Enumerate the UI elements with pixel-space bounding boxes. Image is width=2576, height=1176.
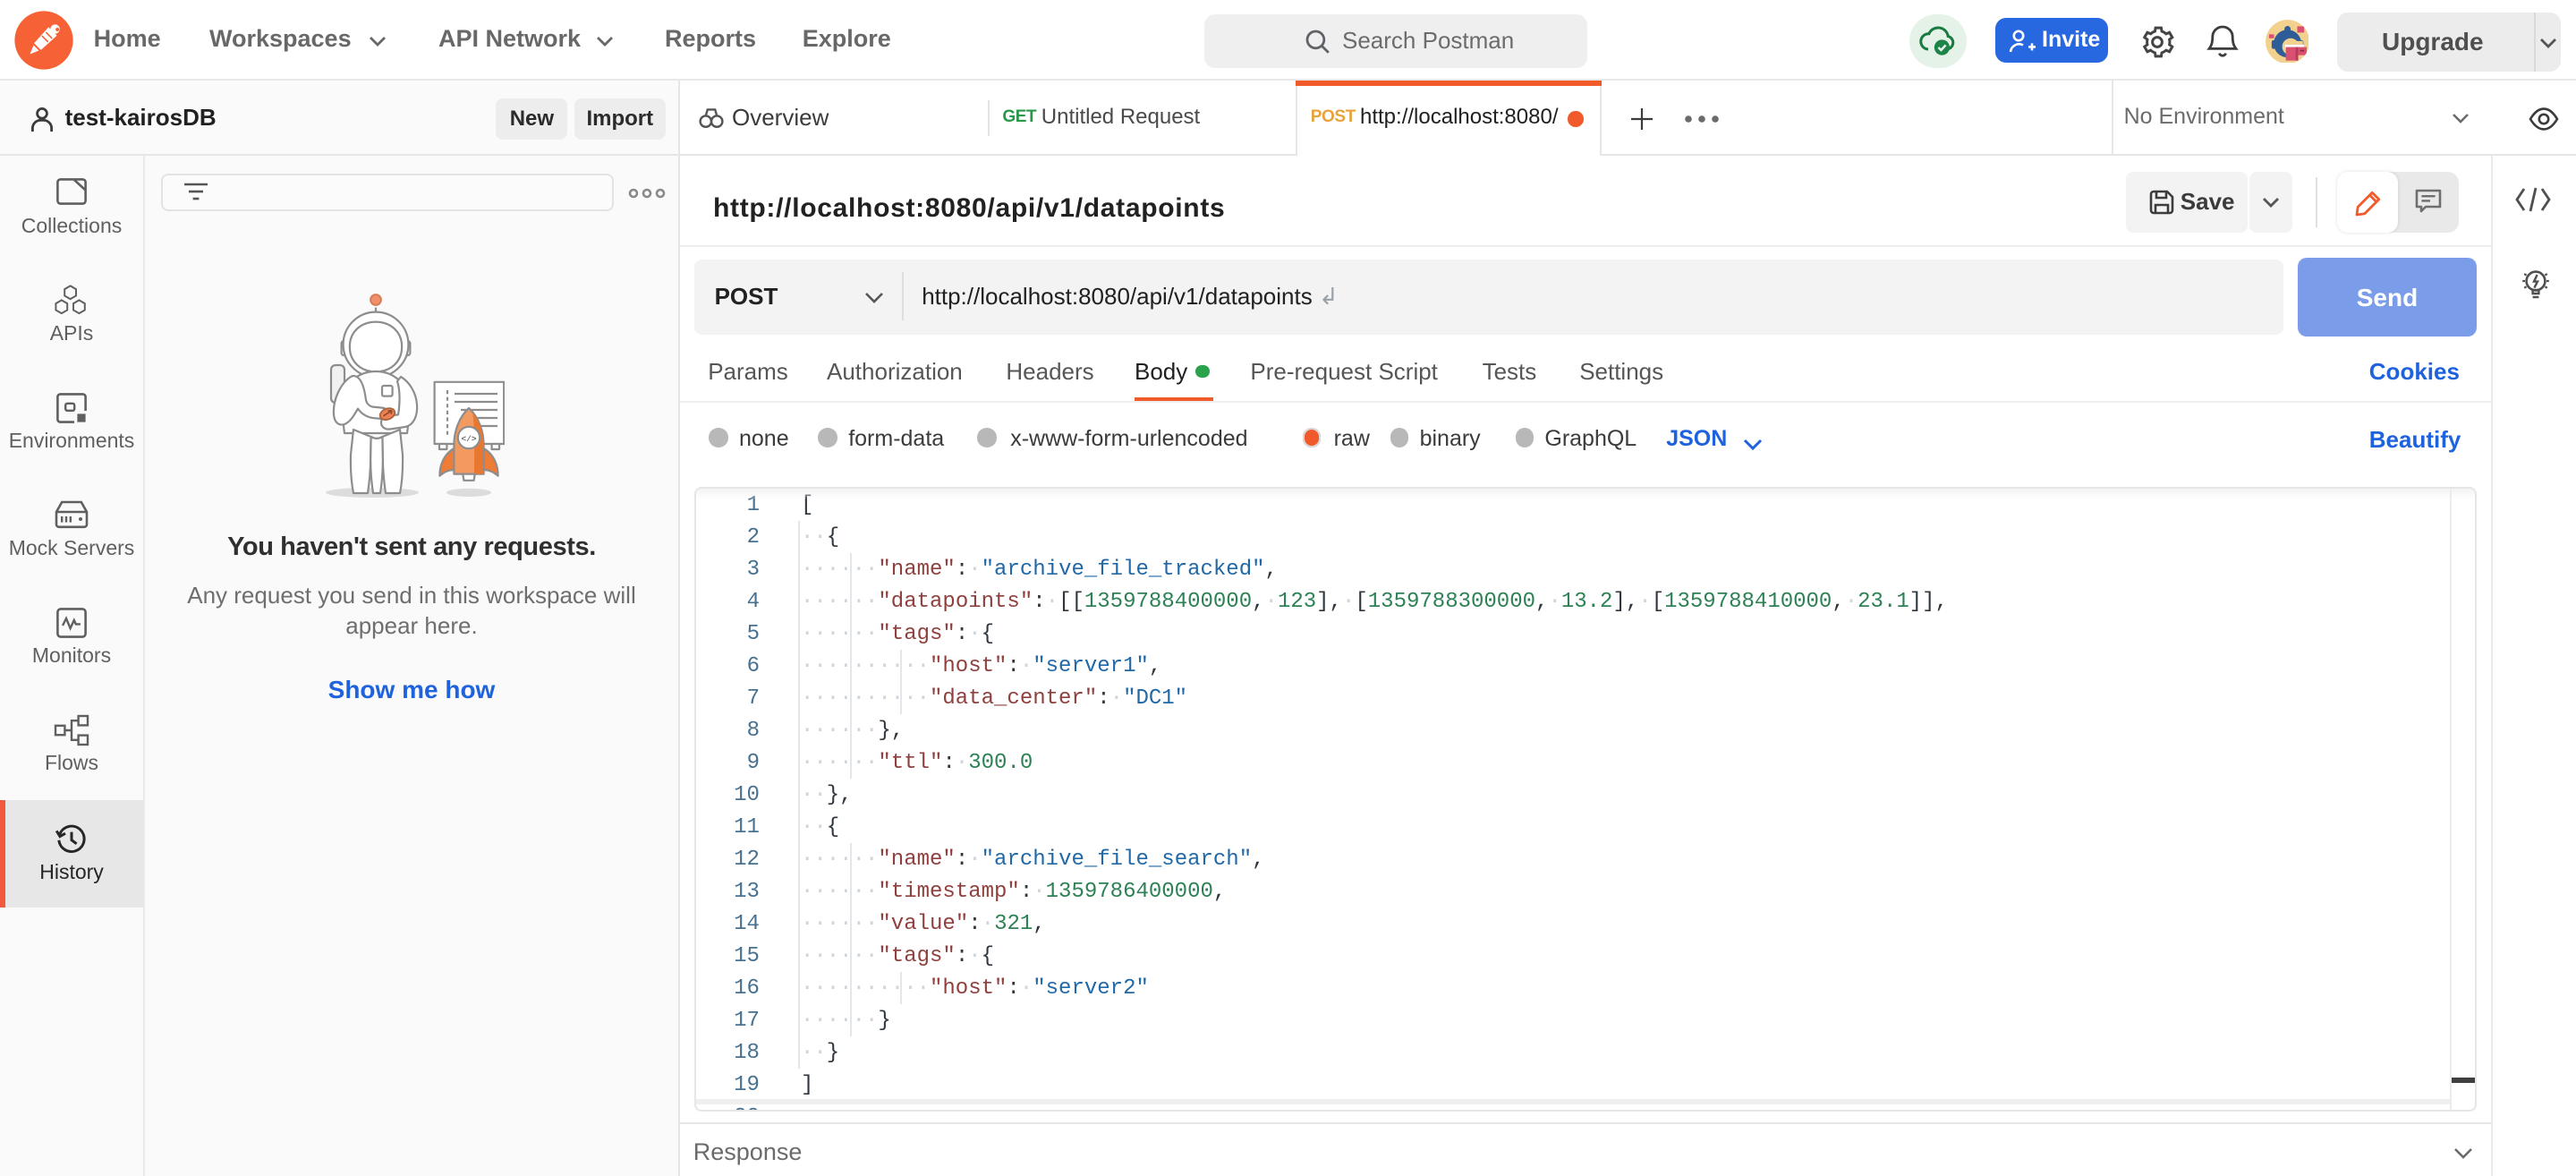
svg-text:</>: </> [461, 434, 477, 444]
